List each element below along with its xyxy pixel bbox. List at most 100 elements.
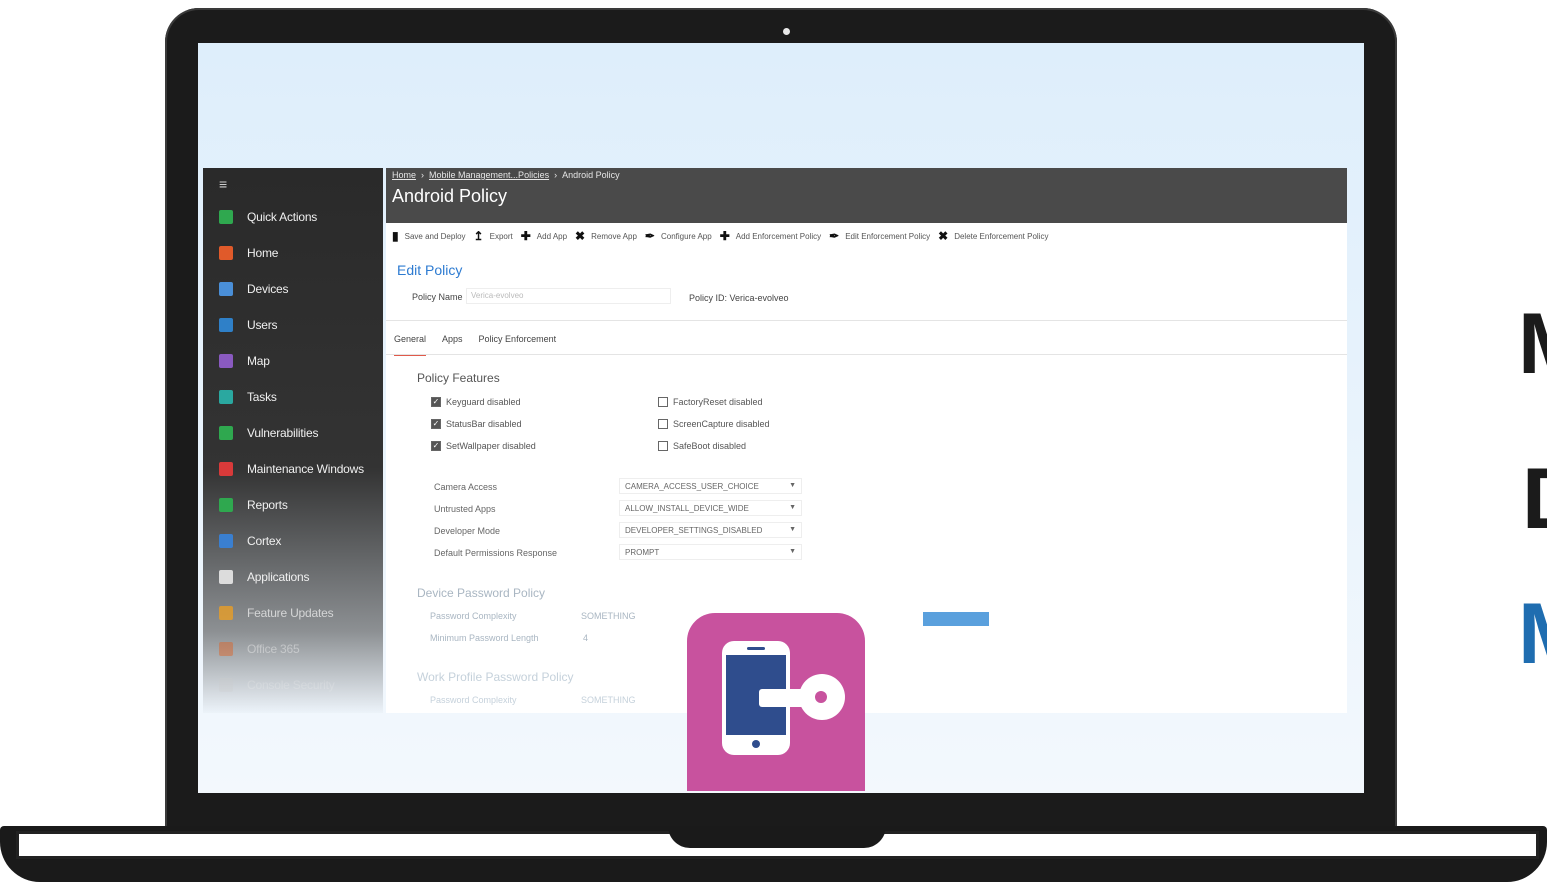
sidebar-item-feature-updates[interactable]: Feature Updates bbox=[203, 598, 383, 628]
factoryreset-checkbox[interactable]: FactoryReset disabled bbox=[658, 397, 763, 407]
lock-icon bbox=[219, 678, 233, 692]
sidebar-item-label: Users bbox=[247, 318, 278, 332]
tab-divider bbox=[386, 354, 1347, 355]
sidebar-item-cortex[interactable]: Cortex bbox=[203, 526, 383, 556]
policy-id-value: Verica-evolveo bbox=[729, 293, 789, 303]
webcam-icon bbox=[783, 28, 790, 35]
statusbar-checkbox[interactable]: ✓ StatusBar disabled bbox=[431, 419, 522, 429]
x-icon bbox=[219, 462, 233, 476]
sidebar-item-label: Devices bbox=[247, 282, 289, 296]
developer-mode-label: Developer Mode bbox=[434, 526, 501, 536]
delete-enforcement-policy-button[interactable]: ✖ Delete Enforcement Policy bbox=[938, 229, 1048, 243]
save-icon: ▮ bbox=[392, 229, 399, 243]
sidebar-item-label: Cortex bbox=[247, 534, 282, 548]
min-password-length-value[interactable]: 4 bbox=[583, 633, 588, 643]
untrusted-apps-label: Untrusted Apps bbox=[434, 504, 496, 514]
tab-bar: General Apps Policy Enforcement bbox=[394, 334, 572, 356]
developer-mode-select[interactable]: DEVELOPER_SETTINGS_DISABLED ▼ bbox=[619, 522, 802, 538]
export-icon: ↥ bbox=[473, 229, 484, 243]
edit-policy-heading: Edit Policy bbox=[397, 262, 463, 278]
tab-policy-enforcement[interactable]: Policy Enforcement bbox=[479, 334, 557, 356]
toolbar: ▮ Save and Deploy ↥ Export ✚ Add App ✖ Remov… bbox=[392, 228, 1056, 244]
plus-icon: ✚ bbox=[520, 229, 531, 243]
mobile-key-icon bbox=[687, 613, 865, 791]
sidebar-item-office-365[interactable]: Office 365 bbox=[203, 634, 383, 664]
sidebar-item-console-security[interactable]: Console Security bbox=[203, 670, 383, 700]
sidebar-item-map[interactable]: Map bbox=[203, 346, 383, 376]
marketing-stage: M D M ≡ Quick Actions Home Devices Users Map… bbox=[0, 0, 1547, 882]
page-header: Home › Mobile Management...Policies › Androi… bbox=[386, 168, 1347, 223]
configure-app-button[interactable]: ✒ Configure App bbox=[645, 229, 712, 243]
min-password-length-label: Minimum Password Length bbox=[430, 633, 539, 643]
add-app-button[interactable]: ✚ Add App bbox=[521, 229, 567, 243]
tab-apps[interactable]: Apps bbox=[442, 334, 463, 356]
chevron-down-icon: ▼ bbox=[789, 504, 796, 511]
sidebar-item-label: Quick Actions bbox=[247, 210, 318, 224]
policy-id-label: Policy ID: Verica-evolveo bbox=[689, 293, 789, 303]
cortex-icon bbox=[219, 534, 233, 548]
password-complexity-value[interactable]: SOMETHING bbox=[581, 611, 636, 621]
set-password-button[interactable] bbox=[923, 612, 989, 626]
main-panel: Home › Mobile Management...Policies › Androi… bbox=[386, 168, 1347, 713]
sidebar-item-reports[interactable]: Reports bbox=[203, 490, 383, 520]
monitor-icon bbox=[219, 282, 233, 296]
tab-general[interactable]: General bbox=[394, 334, 427, 356]
breadcrumb-home[interactable]: Home bbox=[392, 170, 416, 180]
work-complexity-label: Password Complexity bbox=[430, 695, 517, 705]
sidebar-item-label: Console Security bbox=[247, 678, 335, 692]
headline-fragment-1: M bbox=[1518, 295, 1547, 394]
add-enforcement-policy-button[interactable]: ✚ Add Enforcement Policy bbox=[720, 229, 821, 243]
sidebar: ≡ Quick Actions Home Devices Users Map Tasks V… bbox=[203, 168, 383, 713]
sidebar-item-label: Reports bbox=[247, 498, 288, 512]
work-complexity-value[interactable]: SOMETHING bbox=[581, 695, 636, 705]
password-complexity-label: Password Complexity bbox=[430, 611, 517, 621]
window-icon bbox=[219, 570, 233, 584]
sidebar-item-users[interactable]: Users bbox=[203, 310, 383, 340]
sidebar-item-label: Feature Updates bbox=[247, 606, 334, 620]
remove-app-button[interactable]: ✖ Remove App bbox=[575, 229, 637, 243]
device-password-heading: Device Password Policy bbox=[417, 586, 546, 600]
sidebar-item-vulnerabilities[interactable]: Vulnerabilities bbox=[203, 418, 383, 448]
screencapture-checkbox[interactable]: ScreenCapture disabled bbox=[658, 419, 770, 429]
sidebar-item-devices[interactable]: Devices bbox=[203, 274, 383, 304]
sidebar-item-label: Maintenance Windows bbox=[247, 462, 364, 476]
sidebar-item-tasks[interactable]: Tasks bbox=[203, 382, 383, 412]
safeboot-checkbox[interactable]: SafeBoot disabled bbox=[658, 441, 746, 451]
default-permissions-select[interactable]: PROMPT ▼ bbox=[619, 544, 802, 560]
sidebar-item-applications[interactable]: Applications bbox=[203, 562, 383, 592]
breadcrumb: Home › Mobile Management...Policies › Androi… bbox=[392, 170, 620, 180]
sidebar-item-maintenance-windows[interactable]: Maintenance Windows bbox=[203, 454, 383, 484]
keyguard-checkbox[interactable]: ✓ Keyguard disabled bbox=[431, 397, 521, 407]
untrusted-apps-select[interactable]: ALLOW_INSTALL_DEVICE_WIDE ▼ bbox=[619, 500, 802, 516]
headline-fragment-2: D bbox=[1522, 450, 1547, 549]
laptop-notch bbox=[668, 826, 886, 848]
breadcrumb-current: Android Policy bbox=[562, 170, 620, 180]
divider bbox=[386, 320, 1347, 321]
chevron-down-icon: ▼ bbox=[789, 482, 796, 489]
camera-access-label: Camera Access bbox=[434, 482, 498, 492]
plus-icon bbox=[219, 210, 233, 224]
key-head bbox=[799, 674, 845, 720]
office-icon bbox=[219, 642, 233, 656]
edit-enforcement-policy-button[interactable]: ✒ Edit Enforcement Policy bbox=[829, 229, 930, 243]
breadcrumb-section[interactable]: Mobile Management...Policies bbox=[429, 170, 549, 180]
policy-name-input[interactable]: Verica-evolveo bbox=[466, 288, 671, 304]
chart-icon bbox=[219, 498, 233, 512]
wrench-icon: ✒ bbox=[644, 229, 655, 243]
hamburger-icon[interactable]: ≡ bbox=[219, 176, 227, 192]
plus-icon: ✚ bbox=[719, 229, 730, 243]
save-and-deploy-button[interactable]: ▮ Save and Deploy bbox=[392, 229, 466, 243]
camera-access-select[interactable]: CAMERA_ACCESS_USER_CHOICE ▼ bbox=[619, 478, 802, 494]
page-title: Android Policy bbox=[392, 186, 508, 206]
sidebar-item-label: Office 365 bbox=[247, 642, 300, 656]
policy-features-heading: Policy Features bbox=[417, 371, 500, 385]
export-button[interactable]: ↥ Export bbox=[474, 229, 513, 243]
wrench-icon: ✒ bbox=[829, 229, 840, 243]
remove-icon: ✖ bbox=[575, 229, 586, 243]
sidebar-item-label: Home bbox=[247, 246, 279, 260]
setwallpaper-checkbox[interactable]: ✓ SetWallpaper disabled bbox=[431, 441, 536, 451]
work-profile-heading: Work Profile Password Policy bbox=[417, 670, 574, 684]
headline-fragment-3: M bbox=[1518, 585, 1547, 684]
sidebar-item-home[interactable]: Home bbox=[203, 238, 383, 268]
sidebar-item-quick-actions[interactable]: Quick Actions bbox=[203, 202, 383, 232]
